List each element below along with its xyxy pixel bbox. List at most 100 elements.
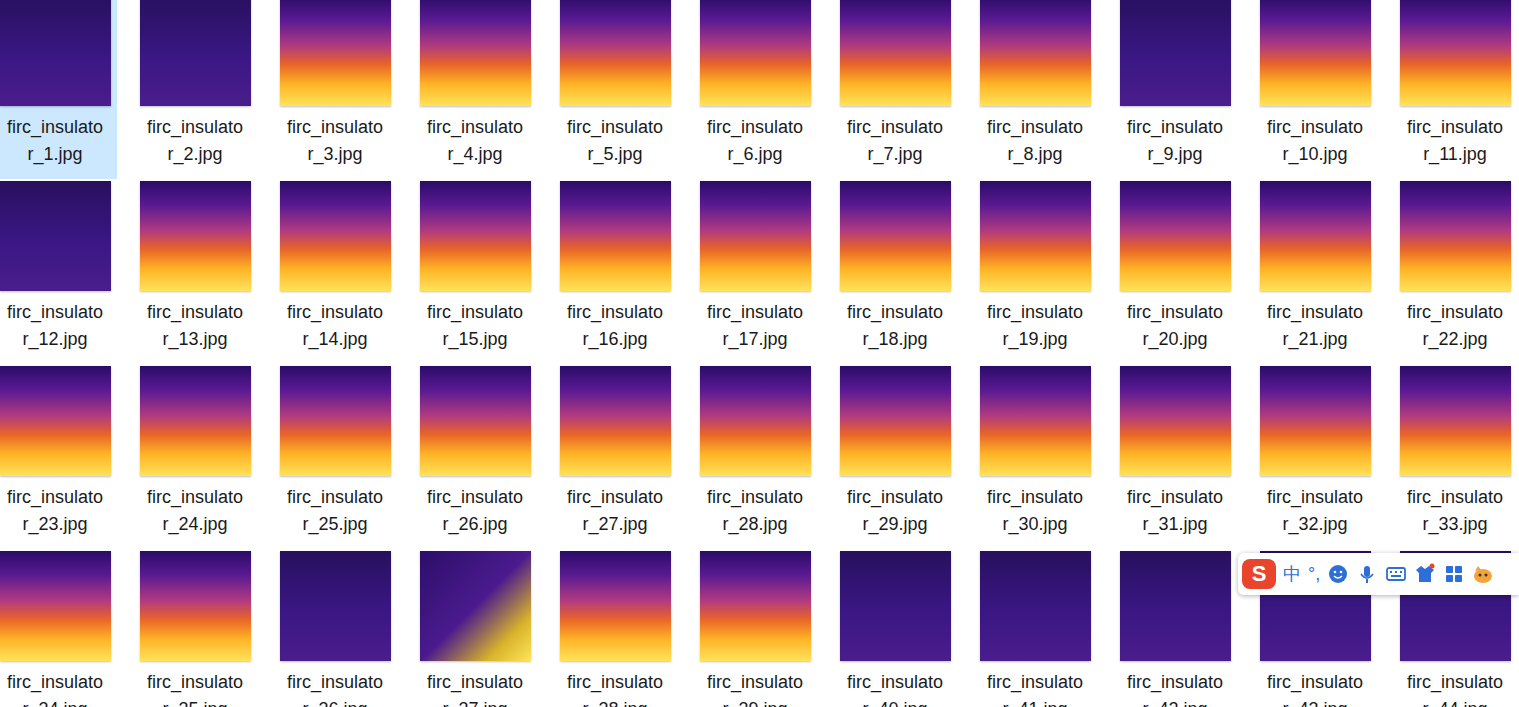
file-item[interactable]: firc_insulator_7.jpg [825,0,965,179]
file-name[interactable]: firc_insulator_6.jpg [707,114,803,168]
file-name[interactable]: firc_insulator_37.jpg [427,669,523,707]
file-tile[interactable]: firc_insulator_36.jpg [273,549,397,707]
file-name[interactable]: firc_insulator_1.jpg [7,114,103,168]
file-name[interactable]: firc_insulator_30.jpg [987,484,1083,538]
file-tile[interactable]: firc_insulator_24.jpg [133,364,257,549]
thumbnail[interactable] [980,181,1091,291]
file-tile[interactable]: firc_insulator_22.jpg [1393,179,1517,364]
file-tile[interactable]: firc_insulator_41.jpg [973,549,1097,707]
thumbnail[interactable] [140,366,251,476]
file-name[interactable]: firc_insulator_4.jpg [427,114,523,168]
file-tile[interactable]: firc_insulator_3.jpg [273,0,397,179]
file-tile[interactable]: firc_insulator_40.jpg [833,549,957,707]
file-item[interactable]: firc_insulator_33.jpg [1385,364,1519,549]
thumbnail[interactable] [140,181,251,291]
thumbnail[interactable] [140,0,251,106]
file-tile[interactable]: firc_insulator_29.jpg [833,364,957,549]
thumbnail[interactable] [1400,366,1511,476]
file-name[interactable]: firc_insulator_2.jpg [147,114,243,168]
file-tile[interactable]: firc_insulator_16.jpg [553,179,677,364]
file-name[interactable]: firc_insulator_7.jpg [847,114,943,168]
thumbnail[interactable] [420,181,531,291]
file-tile[interactable]: firc_insulator_37.jpg [413,549,537,707]
file-name[interactable]: firc_insulator_8.jpg [987,114,1083,168]
thumbnail[interactable] [1260,181,1371,291]
file-name[interactable]: firc_insulator_11.jpg [1407,114,1503,168]
file-tile[interactable]: firc_insulator_25.jpg [273,364,397,549]
file-item[interactable]: firc_insulator_8.jpg [965,0,1105,179]
file-name[interactable]: firc_insulator_41.jpg [987,669,1083,707]
thumbnail[interactable] [280,0,391,106]
file-tile[interactable]: firc_insulator_4.jpg [413,0,537,179]
thumbnail[interactable] [140,551,251,661]
file-name[interactable]: firc_insulator_19.jpg [987,299,1083,353]
thumbnail[interactable] [0,366,111,476]
thumbnail[interactable] [840,551,951,661]
file-name[interactable]: firc_insulator_16.jpg [567,299,663,353]
file-tile[interactable]: firc_insulator_11.jpg [1393,0,1517,179]
file-item[interactable]: firc_insulator_4.jpg [405,0,545,179]
file-name[interactable]: firc_insulator_43.jpg [1267,669,1363,707]
file-name[interactable]: firc_insulator_14.jpg [287,299,383,353]
thumbnail[interactable] [840,366,951,476]
file-item[interactable]: firc_insulator_12.jpg [0,179,125,364]
file-name[interactable]: firc_insulator_44.jpg [1407,669,1503,707]
file-item[interactable]: firc_insulator_16.jpg [545,179,685,364]
thumbnail[interactable] [1120,181,1231,291]
file-name[interactable]: firc_insulator_17.jpg [707,299,803,353]
file-item[interactable]: firc_insulator_2.jpg [125,0,265,179]
toolbox-icon[interactable] [1443,563,1465,585]
file-item[interactable]: firc_insulator_10.jpg [1245,0,1385,179]
file-item[interactable]: firc_insulator_3.jpg [265,0,405,179]
file-name[interactable]: firc_insulator_10.jpg [1267,114,1363,168]
file-tile[interactable]: firc_insulator_33.jpg [1393,364,1517,549]
thumbnail[interactable] [1120,366,1231,476]
thumbnail[interactable] [1260,366,1371,476]
file-item[interactable]: firc_insulator_14.jpg [265,179,405,364]
file-item[interactable]: firc_insulator_39.jpg [685,549,825,707]
file-name[interactable]: firc_insulator_34.jpg [7,669,103,707]
file-name[interactable]: firc_insulator_22.jpg [1407,299,1503,353]
thumbnail[interactable] [0,0,111,106]
file-item[interactable]: firc_insulator_20.jpg [1105,179,1245,364]
file-name[interactable]: firc_insulator_3.jpg [287,114,383,168]
file-name[interactable]: firc_insulator_35.jpg [147,669,243,707]
file-item[interactable]: firc_insulator_18.jpg [825,179,965,364]
file-item[interactable]: firc_insulator_5.jpg [545,0,685,179]
file-tile[interactable]: firc_insulator_2.jpg [133,0,257,179]
file-item[interactable]: firc_insulator_19.jpg [965,179,1105,364]
file-item[interactable]: firc_insulator_30.jpg [965,364,1105,549]
thumbnail[interactable] [700,366,811,476]
thumbnail[interactable] [1120,551,1231,661]
file-name[interactable]: firc_insulator_32.jpg [1267,484,1363,538]
file-name[interactable]: firc_insulator_23.jpg [7,484,103,538]
file-tile[interactable]: firc_insulator_30.jpg [973,364,1097,549]
file-tile[interactable]: firc_insulator_18.jpg [833,179,957,364]
thumbnail[interactable] [1120,0,1231,106]
mascot-icon[interactable] [1472,563,1494,585]
file-name[interactable]: firc_insulator_24.jpg [147,484,243,538]
microphone-icon[interactable] [1356,563,1378,585]
file-tile[interactable]: firc_insulator_28.jpg [693,364,817,549]
thumbnail[interactable] [560,366,671,476]
file-item[interactable]: firc_insulator_41.jpg [965,549,1105,707]
file-tile[interactable]: firc_insulator_6.jpg [693,0,817,179]
ime-mode[interactable]: °, [1308,565,1320,583]
file-name[interactable]: firc_insulator_15.jpg [427,299,523,353]
thumbnail[interactable] [0,181,111,291]
file-tile[interactable]: firc_insulator_23.jpg [0,364,117,549]
file-name[interactable]: firc_insulator_39.jpg [707,669,803,707]
file-tile[interactable]: firc_insulator_20.jpg [1113,179,1237,364]
file-tile[interactable]: firc_insulator_1.jpg [0,0,117,179]
file-item[interactable]: firc_insulator_31.jpg [1105,364,1245,549]
file-item[interactable]: firc_insulator_11.jpg [1385,0,1519,179]
file-item[interactable]: firc_insulator_6.jpg [685,0,825,179]
file-item[interactable]: firc_insulator_1.jpg [0,0,125,179]
file-item[interactable]: firc_insulator_32.jpg [1245,364,1385,549]
thumbnail[interactable] [700,181,811,291]
file-name[interactable]: firc_insulator_29.jpg [847,484,943,538]
thumbnail[interactable] [280,181,391,291]
thumbnail[interactable] [1400,0,1511,106]
file-tile[interactable]: firc_insulator_39.jpg [693,549,817,707]
file-name[interactable]: firc_insulator_28.jpg [707,484,803,538]
